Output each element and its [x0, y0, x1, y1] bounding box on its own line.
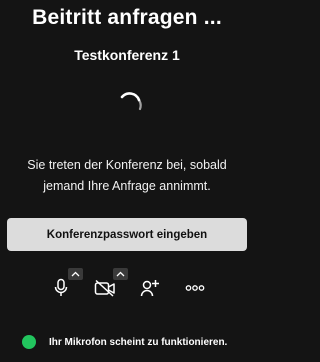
status-dot-icon: [22, 335, 36, 349]
enter-password-button[interactable]: Konferenzpasswort eingeben: [7, 218, 247, 251]
invite-button[interactable]: [139, 277, 161, 299]
microphone-options-button[interactable]: [68, 268, 83, 280]
microphone-icon: [54, 278, 68, 296]
chevron-up-icon: [116, 271, 125, 277]
loading-spinner-icon: [120, 92, 142, 111]
add-person-icon: [140, 280, 159, 297]
more-options-button[interactable]: [184, 279, 206, 297]
lobby-screen: Beitritt anfragen ... Testkonferenz 1 Si…: [0, 0, 254, 362]
waiting-message: Sie treten der Konferenz bei, sobald jem…: [27, 158, 227, 193]
microphone-status: Ihr Mikrofon scheint zu funktionieren.: [22, 334, 227, 350]
camera-off-icon: [94, 279, 115, 297]
microphone-button[interactable]: [50, 277, 72, 299]
conference-name: Testkonferenz 1: [74, 47, 180, 63]
microphone-status-text: Ihr Mikrofon scheint zu funktionieren.: [49, 336, 228, 348]
camera-button[interactable]: [93, 277, 117, 299]
camera-options-button[interactable]: [113, 268, 128, 280]
more-icon: [185, 285, 205, 291]
chevron-up-icon: [71, 271, 80, 277]
page-title: Beitritt anfragen ...: [32, 6, 222, 29]
